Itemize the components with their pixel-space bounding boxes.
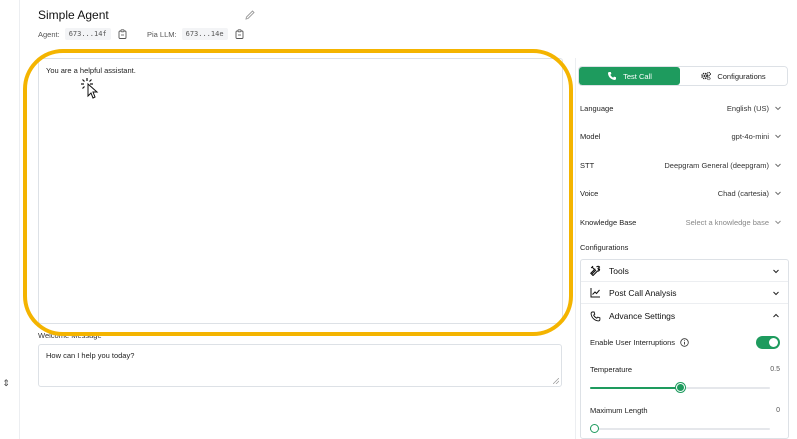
language-select[interactable]: Language English (US)	[580, 101, 782, 115]
agent-id-row: Agent: 673...14f	[38, 27, 127, 41]
panel-action-buttons: Test Call Configurations	[578, 66, 788, 86]
toggle-knob	[769, 338, 778, 347]
model-value: gpt-4o-mini	[731, 131, 769, 141]
max-length-value: 0	[776, 407, 780, 414]
llm-id-chip: 673...14e	[181, 28, 228, 40]
info-icon[interactable]	[680, 338, 689, 347]
sort-icon[interactable]: ⇕	[0, 376, 12, 390]
chevron-down-icon	[773, 269, 779, 274]
slider-track	[590, 428, 770, 430]
welcome-message-text: How can I help you today?	[46, 351, 135, 360]
configurations-button[interactable]: Configurations	[680, 67, 787, 85]
temperature-value: 0.5	[770, 366, 780, 373]
model-label: Model	[580, 131, 601, 141]
chevron-up-icon	[773, 313, 779, 318]
post-call-analysis-accordion-header[interactable]: Post Call Analysis	[581, 282, 788, 304]
agent-id-chip: 673...14f	[64, 28, 111, 40]
agent-title: Simple Agent	[38, 8, 109, 22]
chevron-down-icon	[775, 191, 781, 196]
left-rail	[0, 0, 20, 439]
welcome-message-textarea[interactable]: How can I help you today?	[38, 344, 562, 387]
language-label: Language	[580, 103, 614, 113]
chevron-down-icon	[775, 106, 781, 111]
edit-pencil-icon[interactable]	[244, 9, 256, 21]
resize-grip-icon[interactable]	[553, 378, 559, 384]
chevron-down-icon	[773, 291, 779, 296]
test-call-button[interactable]: Test Call	[579, 67, 680, 85]
chevron-down-icon	[775, 220, 781, 225]
chevron-down-icon	[775, 134, 781, 139]
tools-icon	[590, 265, 601, 276]
temperature-slider[interactable]	[590, 383, 770, 393]
model-select[interactable]: Model gpt-4o-mini	[580, 129, 782, 143]
temperature-label: Temperature	[590, 365, 633, 374]
test-call-label: Test Call	[623, 71, 652, 81]
mouse-cursor-icon	[81, 78, 99, 99]
voice-label: Voice	[580, 188, 599, 198]
max-length-slider[interactable]	[590, 424, 770, 434]
stt-select[interactable]: STT Deepgram General (deepgram)	[580, 158, 782, 172]
copy-agent-id-icon[interactable]	[118, 29, 127, 39]
advance-settings-accordion-header[interactable]: Advance Settings	[581, 305, 788, 327]
max-length-slider-thumb[interactable]	[590, 424, 599, 433]
phone-icon	[608, 72, 617, 80]
tools-label: Tools	[609, 265, 629, 276]
user-interruptions-label: Enable User Interruptions	[590, 338, 676, 347]
language-value: English (US)	[726, 103, 769, 113]
llm-id-row: Pia LLM: 673...14e	[147, 27, 244, 41]
gears-icon	[701, 71, 712, 81]
advance-settings-label: Advance Settings	[609, 311, 676, 321]
user-interruptions-toggle[interactable]	[756, 336, 780, 349]
tools-accordion-header[interactable]: Tools	[581, 260, 788, 282]
stt-value: Deepgram General (deepgram)	[664, 160, 769, 170]
configurations-accordion: Tools Post Call Analysis Advance Setting…	[580, 259, 789, 439]
voice-value: Chad (cartesia)	[717, 188, 769, 198]
configurations-label: Configurations	[717, 71, 766, 81]
post-call-analysis-label: Post Call Analysis	[609, 287, 677, 298]
knowledge-base-label: Knowledge Base	[580, 217, 637, 227]
user-interruptions-row: Enable User Interruptions	[590, 336, 780, 349]
llm-id-label: Pia LLM:	[147, 29, 177, 39]
max-length-label: Maximum Length	[590, 406, 648, 415]
prompt-text: You are a helpful assistant.	[46, 66, 136, 75]
chevron-down-icon	[775, 163, 781, 168]
prompt-textarea[interactable]: You are a helpful assistant.	[38, 58, 563, 324]
knowledge-base-select[interactable]: Knowledge Base Select a knowledge base	[580, 215, 782, 229]
voice-select[interactable]: Voice Chad (cartesia)	[580, 186, 782, 200]
stt-label: STT	[580, 160, 595, 170]
knowledge-base-placeholder: Select a knowledge base	[685, 217, 769, 227]
configurations-section-title: Configurations	[580, 243, 629, 252]
agent-id-label: Agent:	[38, 29, 60, 39]
slider-fill	[590, 387, 680, 389]
temperature-slider-thumb[interactable]	[675, 383, 685, 392]
copy-llm-id-icon[interactable]	[235, 29, 244, 39]
max-length-row: Maximum Length 0	[590, 406, 780, 415]
temperature-row: Temperature 0.5	[590, 365, 780, 374]
line-chart-icon	[590, 288, 600, 298]
phone-outline-icon	[590, 311, 601, 321]
welcome-message-label: Welcome Message	[38, 331, 102, 340]
